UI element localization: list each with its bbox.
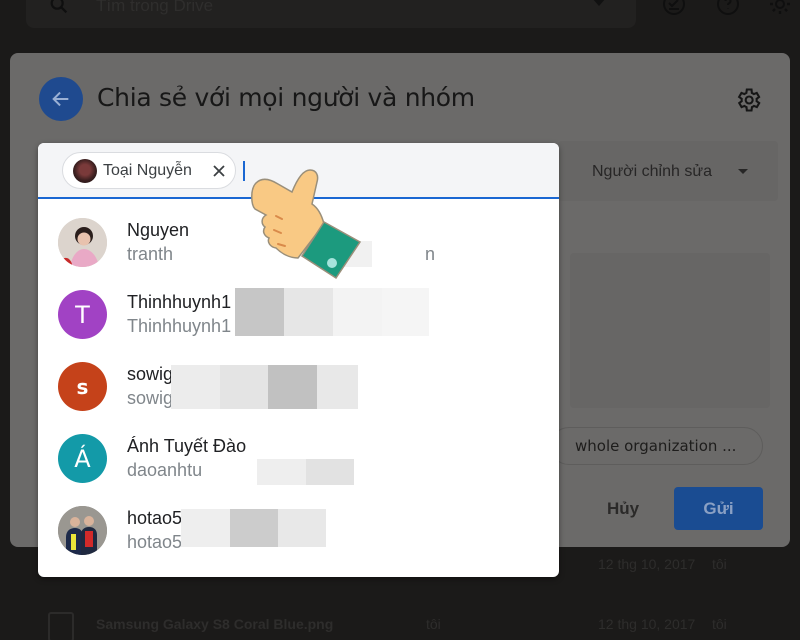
suggestion-name: Nguyen [127,220,190,240]
privacy-blur [306,459,354,485]
file-row-owner: tôi [426,616,441,632]
privacy-blur [257,459,306,485]
file-row-modified-by: tôi [712,556,727,572]
people-photo-avatar-icon [58,506,107,555]
recipient-chip-label: Toại Nguyễn [103,162,192,179]
help-icon[interactable] [716,0,740,16]
avatar [58,218,107,267]
suggestion-email: hotao5 [127,532,183,552]
privacy-blur [278,509,326,547]
avatar: T [58,290,107,339]
suggestion-email: tranth [127,244,174,264]
privacy-blur [284,288,333,336]
text-cursor [243,161,245,181]
file-row-modified-by: tôi [712,616,727,632]
back-button[interactable] [39,77,83,121]
message-textarea[interactable] [570,253,770,408]
suggestion-email: Thinhhuynh1 [127,316,232,336]
share-settings-gear-icon[interactable] [734,86,762,114]
suggestion-item[interactable]: hotao5 hotao5 [38,494,559,566]
drive-search-placeholder: Tìm trong Drive [96,0,214,15]
privacy-blur [181,509,230,547]
privacy-blur [382,288,429,336]
suggestion-name: sowig [127,364,174,384]
search-icon [50,0,68,14]
privacy-blur [333,288,382,336]
avatar-letter: s [76,374,89,399]
avatar [73,159,97,183]
role-select-value: Người chỉnh sửa [592,163,712,180]
settings-gear-icon[interactable] [768,0,792,16]
offline-status-icon[interactable] [662,0,686,16]
pointing-hand-icon [251,169,362,280]
suggestion-item[interactable]: T Thinhhuynh1 Thinhhuynh1 [38,278,559,350]
recipient-chip[interactable]: Toại Nguyễn [62,152,236,189]
file-row-date: 12 thg 10, 2017 [598,556,696,572]
privacy-blur [235,288,284,336]
privacy-blur [171,365,220,409]
suggestion-item[interactable]: Á Ánh Tuyết Đào daoanhtu [38,422,559,494]
suggestion-email: sowig [127,388,174,408]
close-icon[interactable] [211,163,227,179]
image-file-icon [48,612,74,640]
search-options-caret-icon[interactable] [592,0,606,6]
privacy-blur [220,365,268,409]
arrow-left-icon [52,91,69,107]
dialog-title: Chia sẻ với mọi người và nhóm [97,83,475,112]
privacy-blur [268,365,317,409]
organization-chip-label: whole organization ... [575,437,737,455]
avatar: s [58,362,107,411]
avatar-letter: Á [74,444,91,473]
suggestion-email: daoanhtu [127,460,203,480]
cancel-button[interactable]: Hủy [594,489,652,529]
suggestion-name: Thinhhuynh1 [127,292,232,312]
file-row-date: 12 thg 10, 2017 [598,616,696,632]
privacy-blur [317,365,358,409]
organization-chip[interactable]: whole organization ... [550,427,763,465]
child-photo-avatar-icon [58,218,107,267]
suggestion-name: Ánh Tuyết Đào [127,436,247,456]
suggestion-email-tail: n [425,244,436,264]
role-select[interactable]: Người chỉnh sửa [558,141,778,201]
caret-down-icon [738,169,748,174]
avatar: Á [58,434,107,483]
suggestion-name: hotao5 [127,508,183,528]
file-row-name[interactable]: Samsung Galaxy S8 Coral Blue.png [96,616,333,632]
suggestion-item[interactable]: s sowig sowig [38,350,559,422]
avatar-letter: T [75,300,90,329]
privacy-blur [230,509,278,547]
avatar [58,506,107,555]
drive-top-bar: Tìm trong Drive [0,0,800,40]
send-button[interactable]: Gửi [674,487,763,530]
